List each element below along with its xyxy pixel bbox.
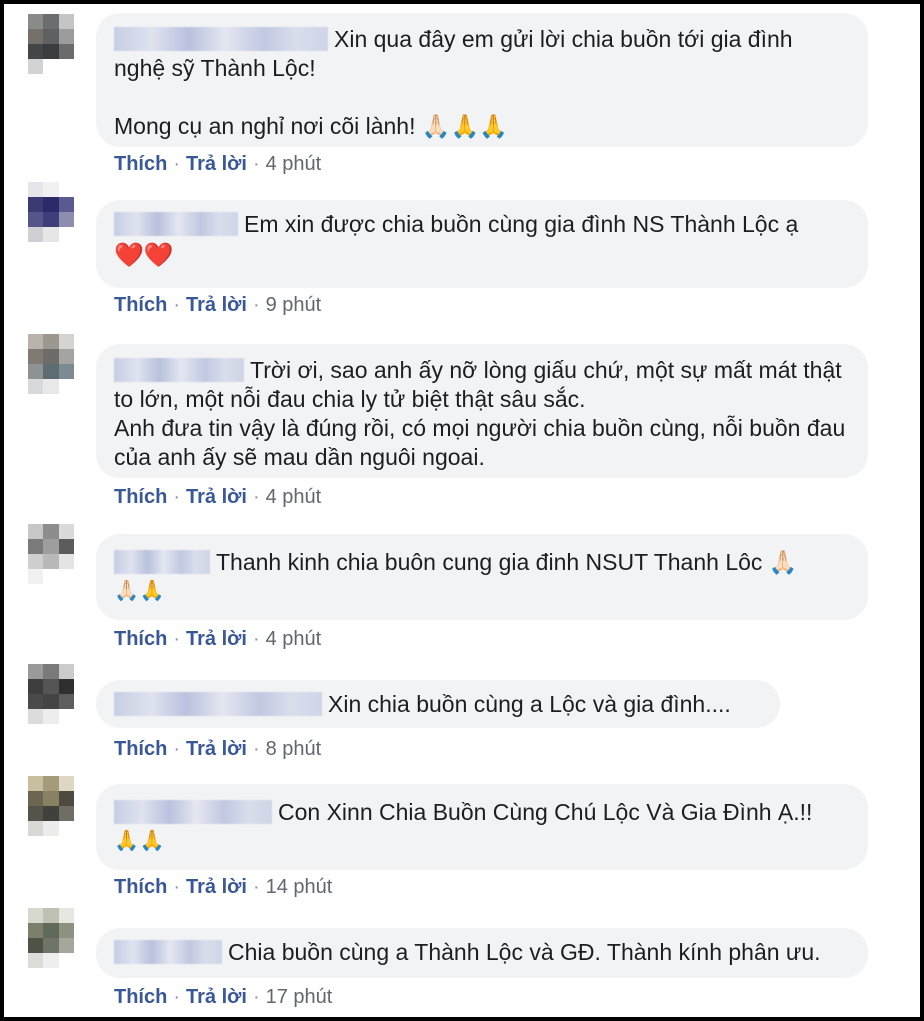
- avatar[interactable]: [28, 182, 74, 242]
- comment-actions: Thích · Trả lời · 14 phút: [114, 875, 332, 899]
- avatar[interactable]: [28, 776, 74, 836]
- reply-link[interactable]: Trả lời: [186, 294, 247, 316]
- separator-dot: ·: [173, 738, 181, 760]
- comment-timestamp[interactable]: 4 phút: [266, 153, 322, 175]
- like-link[interactable]: Thích: [114, 738, 167, 760]
- comment-actions: Thích · Trả lời · 17 phút: [114, 985, 332, 1009]
- reply-link[interactable]: Trả lời: [186, 986, 247, 1008]
- separator-dot: ·: [173, 628, 181, 650]
- like-link[interactable]: Thích: [114, 294, 167, 316]
- commenter-name-blurred[interactable]: [114, 358, 244, 382]
- reply-link[interactable]: Trả lời: [186, 738, 247, 760]
- comment-bubble: Thanh kinh chia buôn cung gia đinh NSUT …: [96, 534, 868, 620]
- commenter-name-blurred[interactable]: [114, 800, 272, 824]
- like-link[interactable]: Thích: [114, 153, 167, 175]
- separator-dot: ·: [252, 153, 260, 175]
- comment-timestamp[interactable]: 17 phút: [266, 986, 333, 1008]
- avatar[interactable]: [28, 334, 74, 394]
- comment-text: Thanh kinh chia buôn cung gia đinh NSUT …: [216, 549, 798, 575]
- avatar[interactable]: [28, 908, 74, 968]
- separator-dot: ·: [252, 294, 260, 316]
- comment-bubble: Con Xinn Chia Buồn Cùng Chú Lộc Và Gia Đ…: [96, 784, 868, 870]
- separator-dot: ·: [173, 153, 181, 175]
- comment-bubble: Trời ơi, sao anh ấy nỡ lòng giấu chứ, mộ…: [96, 344, 868, 478]
- commenter-name-blurred[interactable]: [114, 550, 210, 574]
- comment-actions: Thích · Trả lời · 4 phút: [114, 485, 321, 509]
- comment-actions: Thích · Trả lời · 8 phút: [114, 737, 321, 761]
- like-link[interactable]: Thích: [114, 628, 167, 650]
- separator-dot: ·: [173, 986, 181, 1008]
- comment-timestamp[interactable]: 8 phút: [266, 738, 322, 760]
- comment-text-second: Mong cụ an nghỉ nơi cõi lành! 🙏🏻🙏🙏: [114, 113, 508, 139]
- comment-text: Xin chia buồn cùng a Lộc và gia đình....: [328, 691, 731, 717]
- comment-timestamp[interactable]: 9 phút: [266, 294, 322, 316]
- commenter-name-blurred[interactable]: [114, 27, 328, 51]
- comment-actions: Thích · Trả lời · 9 phút: [114, 293, 321, 317]
- heart-emojis: ❤️❤️: [114, 242, 174, 269]
- comment-bubble: Xin chia buồn cùng a Lộc và gia đình....: [96, 680, 780, 728]
- separator-dot: ·: [252, 986, 260, 1008]
- reply-link[interactable]: Trả lời: [186, 153, 247, 175]
- avatar[interactable]: [28, 664, 74, 724]
- comment-timestamp[interactable]: 4 phút: [266, 628, 322, 650]
- comment-text: Con Xinn Chia Buồn Cùng Chú Lộc Và Gia Đ…: [278, 799, 813, 825]
- comment-bubble: Em xin được chia buồn cùng gia đình NS T…: [96, 200, 868, 288]
- comment-text: Em xin được chia buồn cùng gia đình NS T…: [244, 211, 799, 237]
- separator-dot: ·: [173, 876, 181, 898]
- like-link[interactable]: Thích: [114, 486, 167, 508]
- comment-text-second: Anh đưa tin vậy là đúng rồi, có mọi ngườ…: [114, 415, 846, 470]
- separator-dot: ·: [252, 738, 260, 760]
- separator-dot: ·: [252, 628, 260, 650]
- separator-dot: ·: [252, 486, 260, 508]
- comment-actions: Thích · Trả lời · 4 phút: [114, 152, 321, 176]
- reply-link[interactable]: Trả lời: [186, 628, 247, 650]
- commenter-name-blurred[interactable]: [114, 940, 222, 964]
- separator-dot: ·: [173, 294, 181, 316]
- comment-actions: Thích · Trả lời · 4 phút: [114, 627, 321, 651]
- like-link[interactable]: Thích: [114, 986, 167, 1008]
- reply-link[interactable]: Trả lời: [186, 486, 247, 508]
- pray-emojis: 🙏🙏: [114, 830, 166, 852]
- like-link[interactable]: Thích: [114, 876, 167, 898]
- comment-text: Chia buồn cùng a Thành Lộc và GĐ. Thành …: [228, 939, 821, 965]
- commenter-name-blurred[interactable]: [114, 212, 238, 236]
- comment-bubble: Xin qua đây em gửi lời chia buồn tới gia…: [96, 13, 868, 147]
- commenter-name-blurred[interactable]: [114, 692, 322, 716]
- comment-screenshot-frame: Xin qua đây em gửi lời chia buồn tới gia…: [0, 0, 924, 1021]
- reply-link[interactable]: Trả lời: [186, 876, 247, 898]
- separator-dot: ·: [173, 486, 181, 508]
- comment-timestamp[interactable]: 14 phút: [266, 876, 333, 898]
- avatar[interactable]: [28, 524, 74, 584]
- avatar[interactable]: [28, 14, 74, 74]
- comment-bubble: Chia buồn cùng a Thành Lộc và GĐ. Thành …: [96, 928, 868, 978]
- comment-timestamp[interactable]: 4 phút: [266, 486, 322, 508]
- pray-emojis: 🙏🏻🙏: [114, 580, 166, 602]
- separator-dot: ·: [252, 876, 260, 898]
